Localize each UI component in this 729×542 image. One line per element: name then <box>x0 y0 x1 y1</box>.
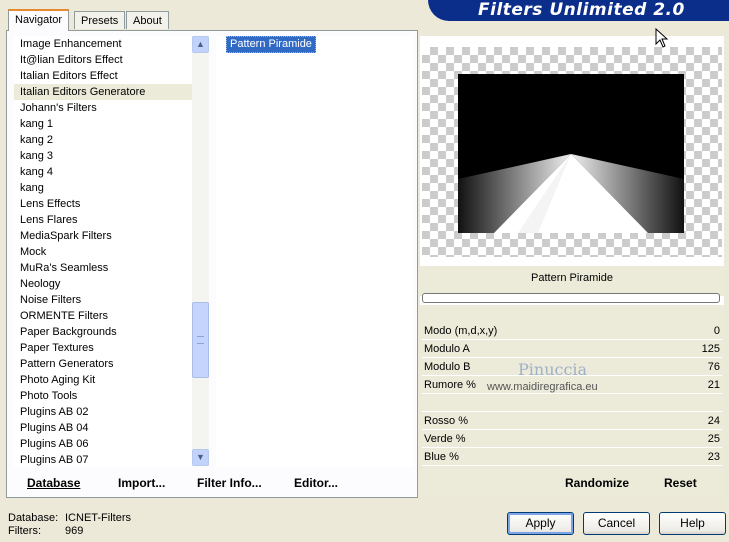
category-item[interactable]: Pattern Generators <box>14 356 192 372</box>
category-item[interactable]: Plugins AB 07 <box>14 452 192 467</box>
category-item[interactable]: Image Enhancement <box>14 36 192 52</box>
parameter-slider[interactable]: Blue % 23 <box>422 450 722 466</box>
filter-info-button[interactable]: Filter Info... <box>197 476 262 490</box>
parameter-value: 24 <box>707 415 720 427</box>
status-database-label: Database: <box>8 512 59 524</box>
parameter-slider[interactable]: Modulo A 125 <box>422 342 722 358</box>
category-item[interactable]: Neology <box>14 276 192 292</box>
database-label: Database <box>27 476 81 490</box>
parameter-label: Modulo A <box>424 343 470 355</box>
slider-track[interactable] <box>422 411 722 412</box>
scroll-thumb[interactable] <box>192 302 209 378</box>
slider-track[interactable] <box>422 393 722 394</box>
import-button[interactable]: Import... <box>118 476 165 490</box>
parameter-label: Modo (m,d,x,y) <box>424 325 498 337</box>
category-item[interactable]: Plugins AB 04 <box>14 420 192 436</box>
cancel-button[interactable]: Cancel <box>583 512 650 535</box>
filter-list[interactable] <box>216 36 414 467</box>
parameter-slider[interactable]: Verde % 25 <box>422 432 722 448</box>
reset-button[interactable]: Reset <box>664 476 697 490</box>
parameter-value: 76 <box>707 361 720 373</box>
category-scrollbar[interactable]: ▲ ▼ <box>192 36 209 466</box>
scroll-down-icon[interactable]: ▼ <box>192 449 209 466</box>
category-item[interactable]: kang 4 <box>14 164 192 180</box>
parameter-label: Rosso % <box>424 415 469 427</box>
category-item[interactable]: kang 2 <box>14 132 192 148</box>
watermark-name: Pinuccia <box>518 360 588 379</box>
slider-track[interactable] <box>422 339 722 340</box>
status-filters-value: 969 <box>65 525 84 537</box>
slider-track[interactable] <box>422 357 722 358</box>
parameter-label: Rumore % <box>424 379 476 391</box>
parameter-value: 0 <box>713 325 720 337</box>
watermark-site: www.maidiregrafica.eu <box>487 381 598 393</box>
randomize-button[interactable]: Randomize <box>565 476 629 490</box>
category-item[interactable]: MediaSpark Filters <box>14 228 192 244</box>
progress-bar <box>422 293 720 303</box>
scroll-up-icon[interactable]: ▲ <box>192 36 209 53</box>
category-item[interactable]: Plugins AB 02 <box>14 404 192 420</box>
tab-presets[interactable]: Presets <box>74 11 126 29</box>
filter-item-selected[interactable]: Pattern Piramide <box>226 36 316 53</box>
category-item[interactable]: ORMENTE Filters <box>14 308 192 324</box>
category-item[interactable]: Paper Backgrounds <box>14 324 192 340</box>
road-perspective-image <box>458 154 684 233</box>
category-item[interactable]: It@lian Editors Effect <box>14 52 192 68</box>
editor-button[interactable]: Editor... <box>294 476 338 490</box>
parameter-slider[interactable]: Rosso % 24 <box>422 414 722 430</box>
parameter-value: 25 <box>707 433 720 445</box>
parameter-label: Blue % <box>424 451 459 463</box>
category-item[interactable]: Lens Flares <box>14 212 192 228</box>
database-button[interactable]: Database <box>27 476 80 490</box>
category-item[interactable]: Mock <box>14 244 192 260</box>
category-item[interactable]: MuRa's Seamless <box>14 260 192 276</box>
slider-track[interactable] <box>422 429 722 430</box>
slider-track[interactable] <box>422 465 722 466</box>
parameter-value: 125 <box>701 343 720 355</box>
parameter-value: 21 <box>707 379 720 391</box>
category-item[interactable]: Photo Aging Kit <box>14 372 192 388</box>
status-database-value: ICNET-Filters <box>65 512 131 524</box>
category-list[interactable]: Image Enhancement It@lian Editors Effect I… <box>14 36 192 467</box>
category-item[interactable]: kang 3 <box>14 148 192 164</box>
preview-canvas[interactable] <box>422 47 722 257</box>
category-item[interactable]: Photo Tools <box>14 388 192 404</box>
parameter-slider[interactable] <box>422 396 722 412</box>
tab-navigator[interactable]: Navigator <box>8 9 70 31</box>
parameter-label: Modulo B <box>424 361 471 373</box>
category-item[interactable]: kang 1 <box>14 116 192 132</box>
tab-about[interactable]: About <box>126 11 169 29</box>
apply-button[interactable]: Apply <box>507 512 574 535</box>
help-button[interactable]: Help <box>659 512 726 535</box>
slider-track[interactable] <box>422 447 722 448</box>
category-item[interactable]: Johann's Filters <box>14 100 192 116</box>
category-item[interactable]: kang <box>14 180 192 196</box>
category-item[interactable]: Plugins AB 06 <box>14 436 192 452</box>
mouse-cursor-icon <box>655 28 669 48</box>
category-item[interactable]: Italian Editors Effect <box>14 68 192 84</box>
category-item[interactable]: Lens Effects <box>14 196 192 212</box>
effect-name: Pattern Piramide <box>531 272 613 284</box>
parameter-slider[interactable]: Modo (m,d,x,y) 0 <box>422 324 722 340</box>
category-item[interactable]: Paper Textures <box>14 340 192 356</box>
category-item[interactable]: Noise Filters <box>14 292 192 308</box>
preview-image <box>458 74 684 233</box>
parameter-value: 23 <box>707 451 720 463</box>
category-item[interactable]: Italian Editors Generatore <box>14 84 192 100</box>
app-title: Filters Unlimited 2.0 <box>478 0 685 20</box>
parameter-label: Verde % <box>424 433 466 445</box>
status-filters-label: Filters: <box>8 525 41 537</box>
